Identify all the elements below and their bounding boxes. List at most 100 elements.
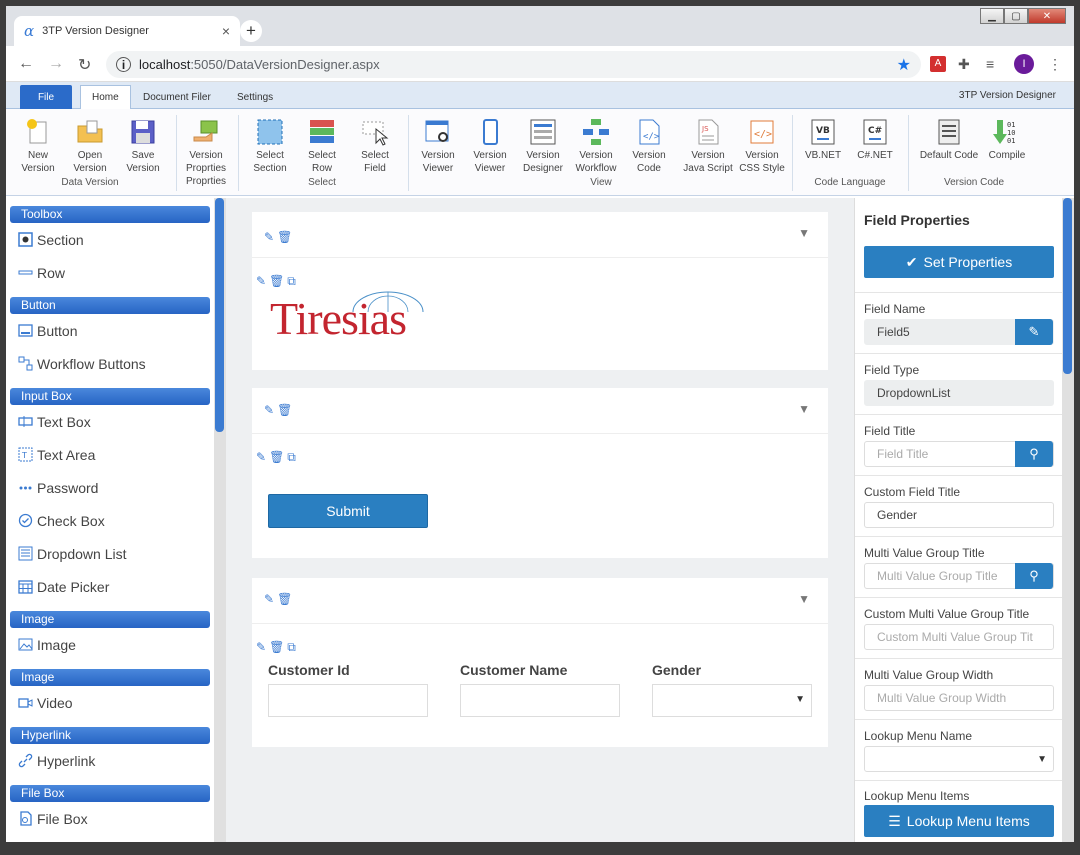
- version-javascript-button[interactable]: JS Version Java Script: [679, 117, 737, 175]
- ribbon-tab-file[interactable]: File: [20, 85, 72, 109]
- select-field-button[interactable]: Select Field: [350, 117, 400, 175]
- select-row-button[interactable]: Select Row: [297, 117, 347, 175]
- toolbox-item-section[interactable]: Section: [6, 223, 214, 256]
- version-workflow-button[interactable]: Version Workflow: [571, 117, 621, 175]
- ribbon-tab-settings[interactable]: Settings: [226, 85, 284, 109]
- version-code-button[interactable]: </> Version Code: [624, 117, 674, 175]
- gender-select[interactable]: ▼: [652, 684, 812, 717]
- toolbox-item-text-box[interactable]: Text Box: [6, 405, 214, 438]
- extensions-puzzle-icon[interactable]: ✚: [958, 56, 970, 73]
- toolbox-item-image[interactable]: Image: [6, 628, 214, 661]
- copy-icon[interactable]: ⧉: [287, 640, 296, 655]
- version-css-style-button[interactable]: </> Version CSS Style: [734, 117, 790, 175]
- custom-multi-value-group-title-input[interactable]: Custom Multi Value Group Tit: [864, 624, 1054, 650]
- bookmark-star-icon[interactable]: ★: [897, 55, 911, 75]
- maximize-button[interactable]: ▢: [1004, 8, 1028, 24]
- section-panel[interactable]: ✎ 🗑 ▼ ✎ 🗑 ⧉ Submit: [252, 388, 828, 558]
- toolbox-item-hyperlink[interactable]: Hyperlink: [6, 744, 214, 777]
- version-viewer-mobile-button[interactable]: Version Viewer: [465, 117, 515, 175]
- menu-dots-icon[interactable]: ⋮: [1048, 56, 1062, 73]
- search-icon[interactable]: ⚲: [1015, 441, 1053, 467]
- edit-icon[interactable]: ✎: [256, 450, 266, 465]
- toolbox-item-workflow-buttons[interactable]: Workflow Buttons: [6, 347, 214, 380]
- edit-icon[interactable]: ✎: [256, 640, 266, 655]
- multi-value-group-width-input[interactable]: Multi Value Group Width: [864, 685, 1054, 711]
- edit-icon[interactable]: ✎: [264, 592, 274, 606]
- url-field[interactable]: i localhost:5050/DataVersionDesigner.asp…: [106, 51, 921, 78]
- delete-icon[interactable]: 🗑: [269, 274, 284, 289]
- customer-id-input[interactable]: [268, 684, 428, 717]
- close-window-button[interactable]: ✕: [1028, 8, 1066, 24]
- copy-icon[interactable]: ⧉: [287, 274, 296, 289]
- version-viewer-button[interactable]: Version Viewer: [413, 117, 463, 175]
- toolbox-item-date-picker[interactable]: Date Picker: [6, 570, 214, 603]
- version-properties-button[interactable]: Version Proprties Proprties: [181, 117, 231, 188]
- field-title-input[interactable]: Field Title ⚲: [864, 441, 1054, 467]
- chevron-down-icon[interactable]: ▼: [798, 592, 810, 606]
- new-version-button[interactable]: New Version: [13, 117, 63, 175]
- ribbon-label: Default Code: [919, 150, 979, 161]
- compile-button[interactable]: 01 10 01 Compile: [982, 117, 1032, 162]
- toolbox-item-dropdown-list[interactable]: Dropdown List: [6, 537, 214, 570]
- lookup-menu-name-select[interactable]: ▼: [864, 746, 1054, 772]
- toolbox-item-password[interactable]: Password: [6, 471, 214, 504]
- save-version-button[interactable]: Save Version: [118, 117, 168, 175]
- multi-value-group-title-input[interactable]: Multi Value Group Title ⚲: [864, 563, 1054, 589]
- toolbox-item-check-box[interactable]: Check Box: [6, 504, 214, 537]
- close-tab-icon[interactable]: ×: [222, 23, 230, 39]
- toolbox-item-button[interactable]: Button: [6, 314, 214, 347]
- version-designer-button[interactable]: Version Designer: [518, 117, 568, 175]
- ribbon-tab-document-filer[interactable]: Document Filer: [132, 85, 222, 109]
- row-icon: [18, 270, 33, 275]
- custom-field-title-input[interactable]: Gender: [864, 502, 1054, 528]
- delete-icon[interactable]: 🗑: [277, 403, 292, 417]
- chevron-down-icon[interactable]: ▼: [798, 226, 810, 240]
- submit-button[interactable]: Submit: [268, 494, 428, 528]
- ribbon-label: Proprties: [185, 163, 226, 174]
- toolbox-item-text-area[interactable]: T Text Area: [6, 438, 214, 471]
- edit-icon[interactable]: ✎: [264, 403, 274, 417]
- browser-tab[interactable]: α 3TP Version Designer ×: [14, 16, 240, 46]
- new-tab-button[interactable]: +: [240, 20, 262, 42]
- section-panel[interactable]: ✎ 🗑 ▼ ✎ 🗑 ⧉ Tiresias: [252, 212, 828, 370]
- select-section-button[interactable]: Select Section: [245, 117, 295, 175]
- profile-avatar[interactable]: I: [1014, 54, 1034, 74]
- csharp-button[interactable]: C# C#.NET: [850, 117, 900, 162]
- reload-icon[interactable]: ↻: [78, 55, 91, 75]
- custom-field-title-value: Gender: [877, 508, 918, 522]
- forward-icon[interactable]: →: [48, 55, 64, 73]
- pencil-icon[interactable]: ✎: [1015, 319, 1053, 345]
- toolbox-item-row[interactable]: Row: [6, 256, 214, 289]
- video-header: Image: [10, 669, 210, 686]
- edit-icon[interactable]: ✎: [256, 274, 266, 289]
- vbnet-button[interactable]: VB VB.NET: [798, 117, 848, 162]
- toolbox-scroll-thumb[interactable]: [215, 198, 224, 432]
- delete-icon[interactable]: 🗑: [277, 592, 292, 606]
- section-panel[interactable]: ✎ 🗑 ▼ ✎ 🗑 ⧉ Customer Id Customer Name Gende…: [252, 578, 828, 747]
- reading-list-icon[interactable]: ≡: [986, 56, 994, 72]
- lookup-menu-items-button[interactable]: ☰ Lookup Menu Items: [864, 805, 1054, 837]
- delete-icon[interactable]: 🗑: [277, 230, 292, 244]
- copy-icon[interactable]: ⧉: [287, 450, 296, 465]
- open-version-button[interactable]: Open Version: [65, 117, 115, 175]
- field-name-input[interactable]: Field5 ✎: [864, 319, 1054, 345]
- chevron-down-icon[interactable]: ▼: [798, 402, 810, 416]
- set-properties-button[interactable]: ✔ Set Properties: [864, 246, 1054, 278]
- button-icon: [18, 324, 33, 337]
- delete-icon[interactable]: 🗑: [269, 640, 284, 655]
- divider: [855, 292, 1062, 293]
- info-icon[interactable]: i: [116, 57, 131, 72]
- search-icon[interactable]: ⚲: [1015, 563, 1053, 589]
- default-code-button[interactable]: Default Code: [916, 117, 982, 162]
- delete-icon[interactable]: 🗑: [269, 450, 284, 465]
- edit-icon[interactable]: ✎: [264, 230, 274, 244]
- pdf-extension-icon[interactable]: A: [930, 56, 946, 72]
- properties-scroll-thumb[interactable]: [1063, 198, 1072, 374]
- customer-name-input[interactable]: [460, 684, 620, 717]
- toolbox-item-video[interactable]: Video: [6, 686, 214, 719]
- minimize-button[interactable]: ▁: [980, 8, 1004, 24]
- ribbon-tab-home[interactable]: Home: [80, 85, 131, 109]
- toolbox-item-file-box[interactable]: File Box: [6, 802, 214, 835]
- lookup-menu-items-label: Lookup Menu Items: [864, 789, 970, 803]
- back-icon[interactable]: ←: [18, 55, 34, 73]
